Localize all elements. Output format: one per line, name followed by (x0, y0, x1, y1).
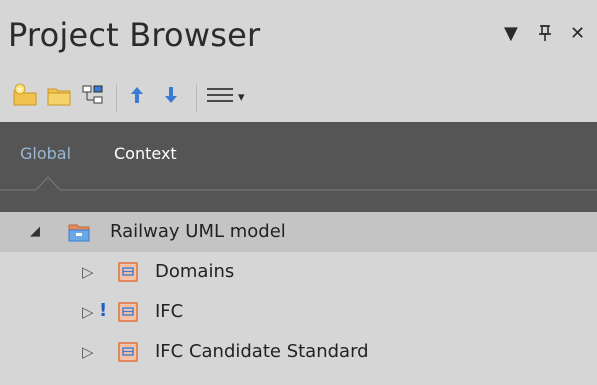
arrow-down-icon (161, 84, 181, 110)
folder-icon (46, 83, 72, 111)
move-down-button[interactable] (158, 84, 184, 110)
close-button[interactable]: ✕ (570, 24, 585, 44)
structure-button[interactable] (80, 84, 106, 110)
tree-item-label: Domains (155, 261, 235, 282)
tree-item-label: IFC Candidate Standard (155, 341, 369, 362)
package-icon (118, 262, 138, 282)
active-tab-indicator (0, 176, 597, 191)
toolbar-separator (116, 84, 117, 112)
new-folder-button[interactable] (46, 84, 72, 110)
expand-icon[interactable]: ▷ (82, 263, 94, 281)
close-icon: ✕ (570, 23, 586, 44)
package-icon (118, 302, 138, 322)
tree-item-label: IFC (155, 301, 184, 322)
tab-global[interactable]: Global (20, 144, 71, 163)
warning-flag-icon: ! (99, 300, 108, 321)
toolbar: ▾ (0, 74, 597, 122)
tab-bar (0, 122, 597, 212)
collapse-icon[interactable]: ◢ (30, 224, 40, 239)
title-bar: Project Browser ▼ ✕ (0, 0, 597, 74)
hamburger-icon (206, 85, 236, 109)
dropdown-button[interactable]: ▼ (504, 24, 518, 44)
panel-title: Project Browser (8, 16, 261, 54)
toolbar-separator (196, 84, 197, 112)
menu-button[interactable]: ▾ (206, 84, 252, 110)
expand-icon[interactable]: ▷ (82, 303, 94, 321)
pin-icon (538, 25, 552, 46)
folder-star-icon (12, 83, 38, 111)
hierarchy-icon (81, 83, 105, 111)
tree-row-root[interactable]: ◢ Railway UML model (0, 212, 597, 252)
project-tree: ◢ Railway UML model ▷ Domains ▷ ! IFC ▷ … (0, 212, 597, 385)
new-model-button[interactable] (12, 83, 38, 111)
tree-row[interactable]: ▷ IFC Candidate Standard (0, 332, 597, 372)
expand-icon[interactable]: ▷ (82, 343, 94, 361)
tree-row[interactable]: ▷ ! IFC (0, 292, 597, 332)
package-icon (118, 342, 138, 362)
chevron-down-icon: ▾ (238, 89, 245, 105)
model-package-icon (66, 220, 92, 244)
tab-context[interactable]: Context (114, 144, 177, 163)
tree-item-label: Railway UML model (110, 221, 286, 242)
move-up-button[interactable] (124, 84, 150, 110)
tree-row[interactable]: ▷ Domains (0, 252, 597, 292)
pin-button[interactable] (538, 24, 552, 47)
arrow-up-icon (127, 84, 147, 110)
chevron-down-icon: ▼ (504, 23, 518, 44)
